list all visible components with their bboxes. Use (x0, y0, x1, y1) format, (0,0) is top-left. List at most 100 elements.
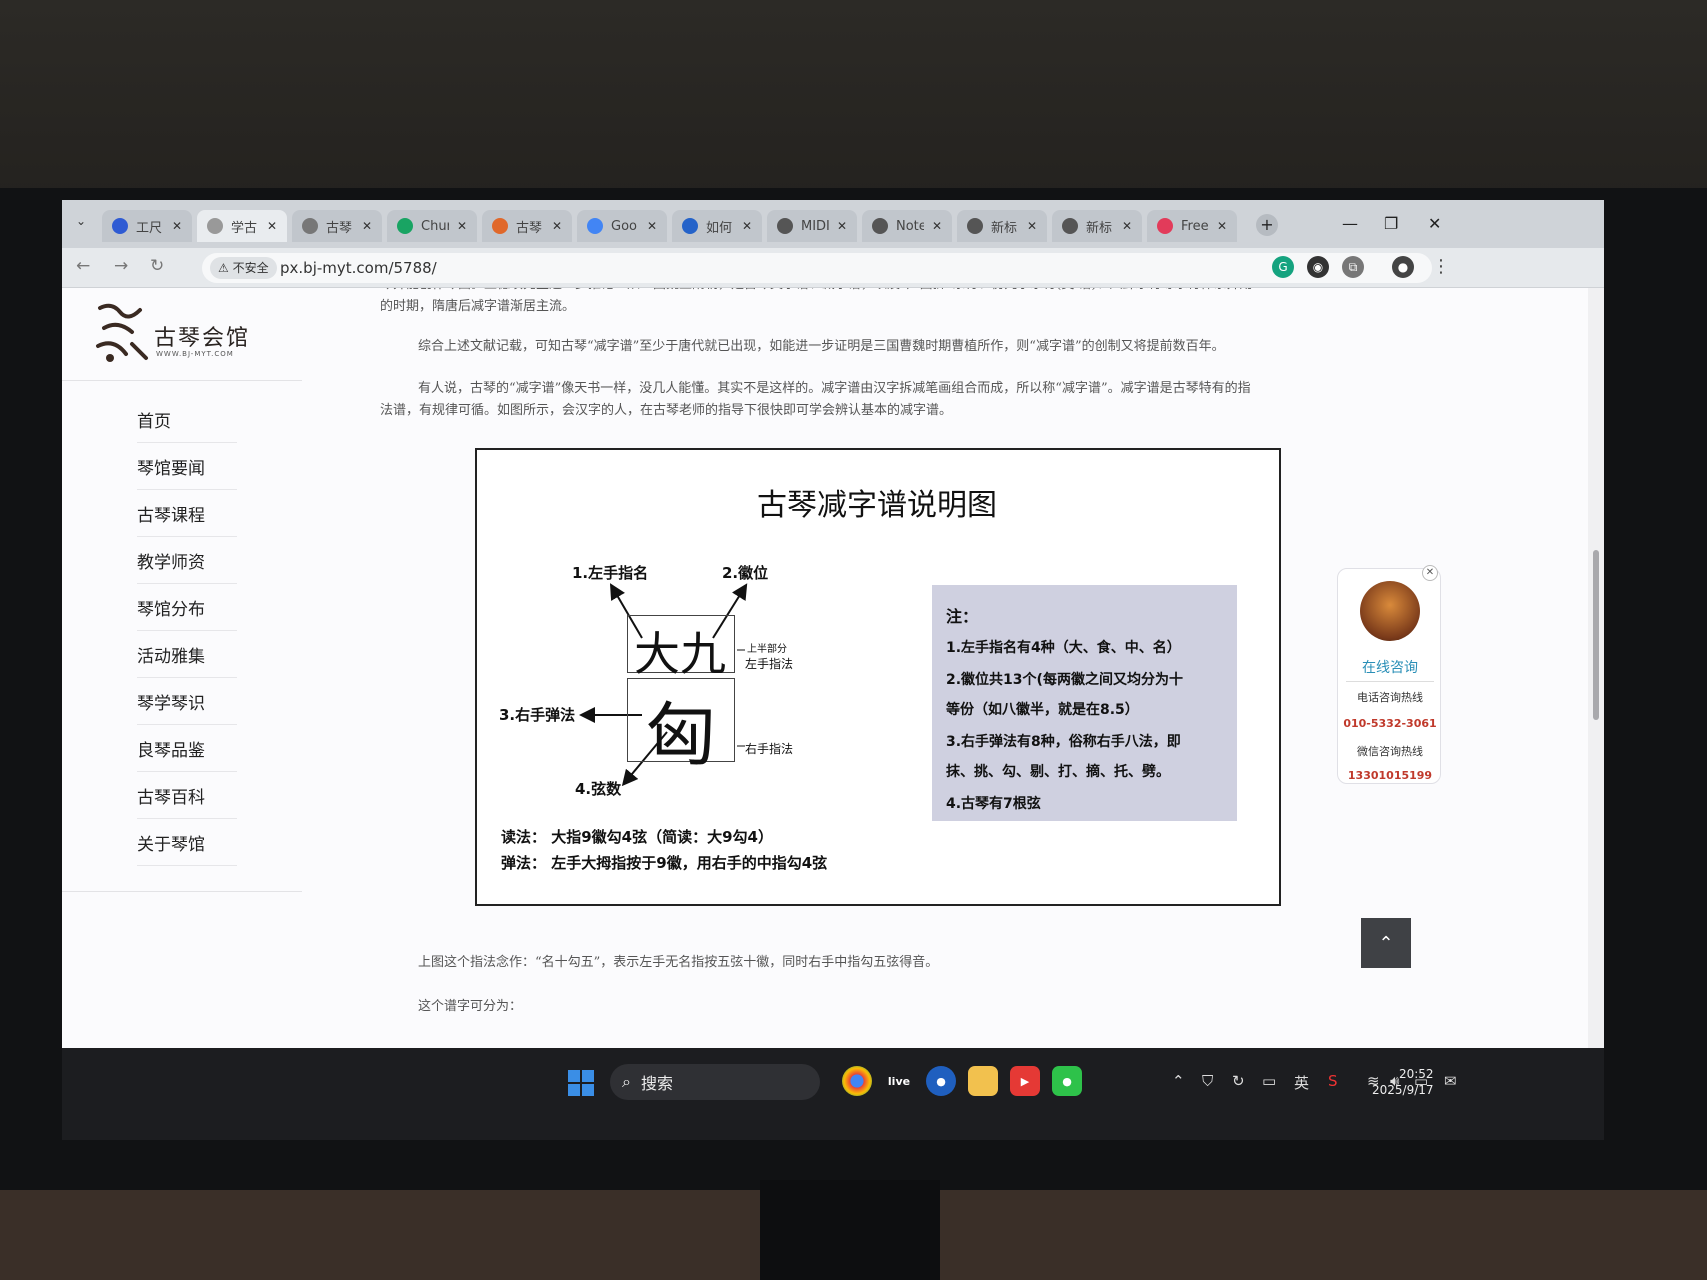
restore-icon[interactable]: ❐ (1384, 214, 1398, 233)
file-explorer-icon[interactable] (968, 1066, 998, 1096)
note-line: 4.古琴有7根弦 (946, 796, 1041, 812)
nav-item[interactable]: 古琴课程 (137, 490, 237, 537)
puzzle-icon[interactable]: ⧉ (1342, 256, 1364, 278)
tab-close-icon[interactable]: ✕ (552, 219, 562, 233)
app-icon[interactable]: ● (926, 1066, 956, 1096)
tab-label: Free (1181, 218, 1209, 234)
nav-item[interactable]: 活动雅集 (137, 631, 237, 678)
back-icon[interactable]: ← (76, 256, 90, 276)
menu-kebab-icon[interactable]: ⋮ (1432, 256, 1450, 277)
tab-close-icon[interactable]: ✕ (932, 219, 942, 233)
nav-item[interactable]: 良琴品鉴 (137, 725, 237, 772)
app-tray-icon[interactable]: S (1328, 1072, 1338, 1090)
nav-item[interactable]: 琴学琴识 (137, 678, 237, 725)
back-to-top-button[interactable]: ⌃ (1361, 918, 1411, 968)
taskbar-search[interactable]: ⌕ 搜索 (610, 1064, 820, 1100)
chevron-up-icon[interactable]: ⌃ (1172, 1072, 1185, 1090)
cast-icon[interactable]: ▭ (1262, 1072, 1276, 1090)
wechat-number[interactable]: 13301015199 (1338, 769, 1442, 782)
scrollbar[interactable] (1588, 288, 1604, 1048)
play-method: 弹法： 左手大拇指按于9徽，用右手的中指勾4弦 (501, 852, 827, 873)
tab-close-icon[interactable]: ✕ (457, 219, 467, 233)
extension-icon[interactable]: ◉ (1307, 256, 1329, 278)
tab-close-icon[interactable]: ✕ (1217, 219, 1227, 233)
browser-tab[interactable]: 学古 ✕ (197, 210, 287, 242)
close-icon[interactable]: ✕ (1422, 565, 1438, 581)
scrollbar-thumb[interactable] (1593, 550, 1599, 720)
browser-tab[interactable]: Chur ✕ (387, 210, 477, 242)
tab-label: 古琴 (326, 220, 353, 236)
background-wall (0, 0, 1707, 200)
browser-tab[interactable]: 古琴 ✕ (482, 210, 572, 242)
notification-icon[interactable]: ✉ (1444, 1072, 1457, 1090)
site-logo[interactable]: 古琴会馆 WWW.BJ-MYT.COM (92, 298, 262, 373)
address-bar: ← → ↻ ⚠ 不安全 px.bj-myt.com/5788/ ☆ G ◉ ⧉ … (62, 248, 1604, 288)
consult-image[interactable] (1360, 581, 1420, 641)
nav-item[interactable]: 古琴百科 (137, 772, 237, 819)
logo-name: 古琴会馆 (154, 326, 251, 351)
paragraph: 这个谱字可分为： (418, 999, 523, 1014)
tab-close-icon[interactable]: ✕ (362, 219, 372, 233)
nav-item[interactable]: 琴馆分布 (137, 584, 237, 631)
tab-close-icon[interactable]: ✕ (1122, 219, 1132, 233)
note-line: 等份（如八徽半，就是在8.5） (946, 702, 1139, 718)
browser-tab[interactable]: Goo ✕ (577, 210, 667, 242)
sync-icon[interactable]: ↻ (1232, 1072, 1245, 1090)
shield-icon[interactable]: ⛉ (1202, 1072, 1213, 1090)
tab-close-icon[interactable]: ✕ (1027, 219, 1037, 233)
browser-tab[interactable]: 新标 ✕ (1052, 210, 1142, 242)
windows-start-icon[interactable] (568, 1070, 594, 1096)
tab-label: Chur (421, 218, 449, 234)
screen: ⌄ 工尺 ✕ 学古 ✕ 古琴 ✕ Chur ✕ 古琴 ✕ Goo ✕ 如何 ✕ MIDI ✕ Note ✕ 新标 ✕ 新… (62, 200, 1604, 1140)
ime-indicator[interactable]: 英 (1294, 1072, 1309, 1093)
omnibox[interactable]: ⚠ 不安全 px.bj-myt.com/5788/ ☆ (202, 253, 1432, 283)
tab-close-icon[interactable]: ✕ (647, 219, 657, 233)
play-text: 左手大拇指按于9徽，用右手的中指勾4弦 (551, 854, 828, 872)
app-icon[interactable]: ▶ (1010, 1066, 1040, 1096)
tab-close-icon[interactable]: ✕ (267, 219, 277, 233)
forward-icon[interactable]: → (114, 256, 128, 276)
tab-label: Note (896, 218, 924, 234)
tab-close-icon[interactable]: ✕ (837, 219, 847, 233)
tab-close-icon[interactable]: ✕ (742, 219, 752, 233)
browser-tab[interactable]: Note ✕ (862, 210, 952, 242)
live-icon[interactable]: live (884, 1066, 914, 1096)
close-window-icon[interactable]: ✕ (1428, 214, 1441, 233)
read-text: 大指9徽勾4弦（简读：大9勾4） (551, 828, 773, 846)
security-indicator[interactable]: ⚠ 不安全 (210, 257, 277, 279)
reload-icon[interactable]: ↻ (150, 256, 164, 276)
browser-tab[interactable]: 新标 ✕ (957, 210, 1047, 242)
globe-icon (1062, 218, 1078, 234)
minimize-icon[interactable]: — (1342, 214, 1358, 233)
new-tab-button[interactable]: + (1256, 214, 1278, 236)
url-text[interactable]: px.bj-myt.com/5788/ (280, 259, 437, 277)
favicon-icon (207, 218, 223, 234)
browser-tab[interactable]: Free ✕ (1147, 210, 1237, 242)
browser-tab[interactable]: 古琴 ✕ (292, 210, 382, 242)
phone-number[interactable]: 010-5332-3061 (1338, 717, 1442, 730)
nav-item[interactable]: 关于琴馆 (137, 819, 237, 866)
sidebar: 古琴会馆 WWW.BJ-MYT.COM 首页 琴馆要闻 古琴课程 教学师资 琴馆分布 活动… (62, 288, 302, 1048)
browser-tab[interactable]: 工尺 ✕ (102, 210, 192, 242)
nav-item[interactable]: 琴馆要闻 (137, 443, 237, 490)
wechat-icon[interactable]: ● (1052, 1066, 1082, 1096)
browser-tab[interactable]: 如何 ✕ (672, 210, 762, 242)
tab-close-icon[interactable]: ✕ (172, 219, 182, 233)
clock[interactable]: 20:52 2025/9/17 (1372, 1066, 1434, 1098)
tab-label: 新标 (1086, 220, 1113, 236)
label-right-fingering: 右手指法 (745, 742, 794, 756)
chrome-icon[interactable] (842, 1066, 872, 1096)
globe-icon (967, 218, 983, 234)
nav-item[interactable]: 教学师资 (137, 537, 237, 584)
online-consult-link[interactable]: 在线咨询 (1338, 657, 1442, 677)
grammarly-icon[interactable]: G (1272, 256, 1294, 278)
browser-tab[interactable]: MIDI ✕ (767, 210, 857, 242)
nav-item[interactable]: 首页 (137, 396, 237, 443)
label-right-tech: 3.右手弹法 (499, 706, 576, 724)
search-icon: ⌕ (622, 1072, 631, 1091)
label-left-fingering: 左手指法 (745, 657, 794, 671)
tab-search-chevron-icon[interactable]: ⌄ (76, 214, 86, 228)
profile-avatar[interactable]: ● (1392, 256, 1414, 278)
date: 2025/9/17 (1372, 1083, 1434, 1097)
divider (1346, 681, 1434, 682)
